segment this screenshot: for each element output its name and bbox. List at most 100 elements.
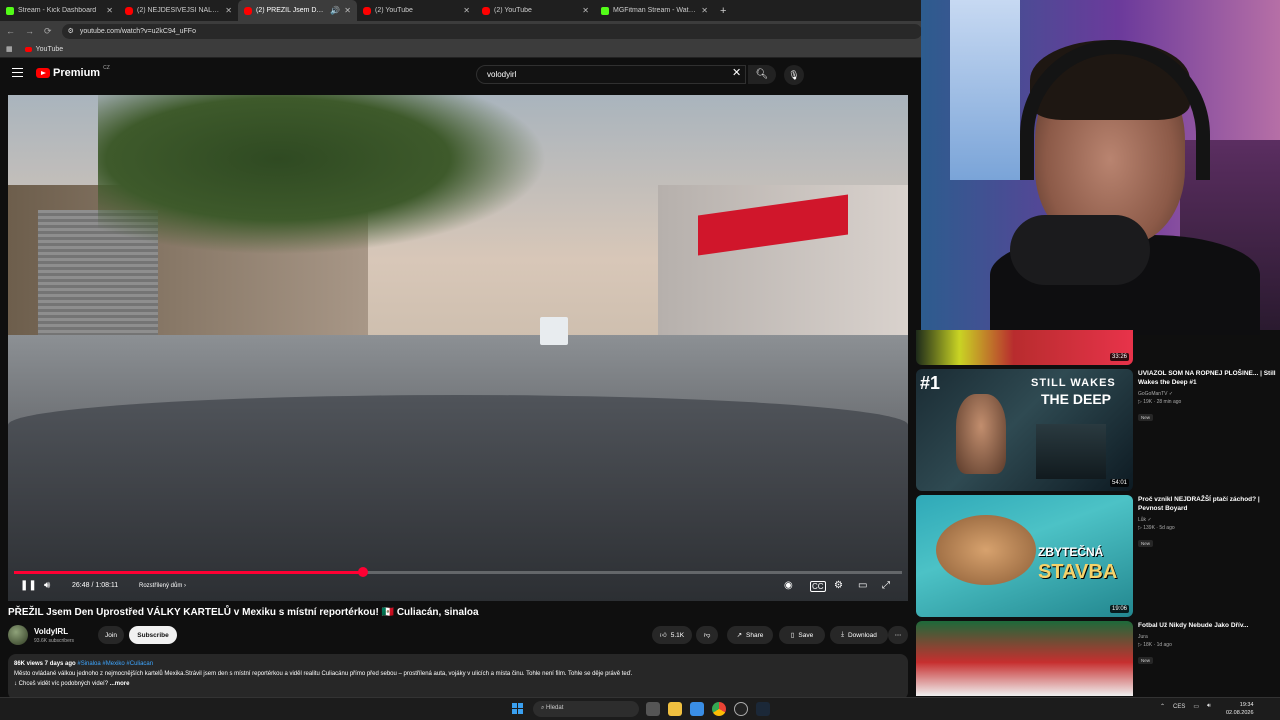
youtube-icon (125, 6, 133, 15)
back-icon[interactable]: ← (6, 26, 15, 36)
pause-icon[interactable]: ❚❚ (20, 580, 37, 591)
voice-search-button[interactable]: 🎙︎ (784, 65, 804, 85)
more-link[interactable]: ...more (110, 681, 130, 687)
address-bar-row: ← → ⟳ ⚙ youtube.com/watch?v=u2kC94_uFFo (0, 21, 922, 41)
browser-tab-active[interactable]: (2) PŘEŽIL Jsem Den Uprost 🔊 ✕ (238, 0, 357, 21)
video-thumbnail[interactable]: 33:26 (916, 330, 1133, 365)
video-title[interactable]: UVIAZOL SOM NA ROPNEJ PLOŠINE... | Still… (1138, 369, 1276, 387)
thumbs-up-icon: 👍︎ (659, 632, 667, 639)
youtube-logo[interactable]: Premium CZ (36, 65, 110, 79)
reload-icon[interactable]: ⟳ (44, 26, 52, 37)
video-thumbnail[interactable]: #1 STILL WAKES THE DEEP 54:01 (916, 369, 1133, 491)
chapter-button[interactable]: Rozstřílený dům › (139, 583, 186, 589)
progress-bar[interactable] (14, 567, 902, 577)
bookmarks-bar: ▦ YouTube (0, 41, 921, 58)
close-icon[interactable]: ✕ (701, 6, 708, 15)
search-button[interactable]: 🔍︎ (748, 65, 776, 84)
windows-start-icon[interactable] (512, 703, 524, 715)
screen: Stream - Kick Dashboard ✕ (2) NEJDĚSIVĚJŠ… (0, 0, 1280, 720)
clear-search-icon[interactable]: ✕ (732, 66, 741, 79)
join-button[interactable]: Join (98, 626, 124, 644)
taskbar-search[interactable]: ⌕ Hledat (533, 701, 639, 717)
browser-tab[interactable]: MGFitman Stream - Watch Live ✕ (595, 0, 714, 21)
steam-icon[interactable] (756, 702, 770, 716)
dislike-button[interactable]: 👎︎ (696, 626, 718, 644)
new-badge: New (1138, 540, 1154, 547)
miniplayer-icon[interactable]: ▭ (858, 580, 867, 591)
close-icon[interactable]: ✕ (225, 6, 232, 15)
thumbnail-text: THE DEEP (1041, 391, 1112, 407)
language-indicator[interactable]: CES (1173, 704, 1185, 710)
channel-name[interactable]: VoldyIRL (34, 627, 68, 636)
description-preview: ↓ Chceš vidět víc podobných videí? (14, 681, 109, 687)
thumbnail-text: STILL WAKES (1031, 377, 1116, 389)
forward-icon[interactable]: → (25, 26, 34, 36)
obs-icon[interactable] (734, 702, 748, 716)
menu-icon[interactable] (12, 68, 23, 77)
channel-avatar[interactable] (8, 625, 28, 645)
video-title: PŘEŽIL Jsem Den Uprostřed VÁLKY KARTELŮ … (8, 607, 479, 618)
speaker-icon[interactable]: 🔊 (330, 6, 340, 15)
video-meta: ▷ 139K · 5d ago (1138, 525, 1175, 531)
site-info-icon[interactable]: ⚙ (68, 27, 74, 35)
autoplay-toggle-icon[interactable]: ◉ (784, 580, 793, 591)
video-title[interactable]: Fotbal Už Nikdy Nebude Jako Dřív... (1138, 621, 1276, 630)
new-tab-icon[interactable]: + (714, 5, 726, 17)
recommendation-card[interactable]: Fotbal Už Nikdy Nebude Jako Dřív... Jura… (916, 621, 1280, 696)
close-icon[interactable]: ✕ (106, 6, 113, 15)
video-thumbnail[interactable]: ZBYTEČNÁ STAVBA 19:06 (916, 495, 1133, 617)
thumbs-down-icon: 👎︎ (703, 632, 711, 639)
youtube-icon (482, 6, 490, 15)
browser-tab[interactable]: (2) YouTube ✕ (357, 0, 476, 21)
channel-name[interactable]: Jura (1138, 634, 1148, 640)
recommendation-card[interactable]: ZBYTEČNÁ STAVBA 19:06 Proč vznikl NEJDRA… (916, 495, 1280, 617)
recommendation-card[interactable]: #1 STILL WAKES THE DEEP 54:01 UVIAZOL SO… (916, 369, 1280, 491)
fullscreen-icon[interactable]: ⤢ (882, 580, 890, 591)
share-button[interactable]: ↗ Share (727, 626, 773, 644)
store-icon[interactable] (690, 702, 704, 716)
url-field[interactable]: ⚙ youtube.com/watch?v=u2kC94_uFFo (61, 23, 922, 39)
settings-gear-icon[interactable]: ⚙ (834, 580, 843, 591)
clock[interactable]: 19:34 02.08.2026 (1226, 701, 1254, 717)
chrome-icon[interactable] (712, 702, 726, 716)
hashtags[interactable]: #Sinaloa #Mexiko #Culiacan (77, 661, 153, 667)
channel-name[interactable]: Lůk (1138, 517, 1146, 523)
subscribe-button[interactable]: Subscribe (129, 626, 177, 644)
video-player[interactable] (8, 95, 908, 601)
close-icon[interactable]: ✕ (344, 6, 351, 15)
description-text: Město ovládané válkou jednoho z nejmocně… (14, 671, 633, 677)
task-view-icon[interactable] (646, 702, 660, 716)
close-icon[interactable]: ✕ (463, 6, 470, 15)
browser-tab[interactable]: Stream - Kick Dashboard ✕ (0, 0, 119, 21)
network-icon[interactable]: ▭ (1193, 703, 1199, 710)
file-explorer-icon[interactable] (668, 702, 682, 716)
video-title[interactable]: Proč vznikl NEJDRAŽŠÍ ptačí záchod? | Pe… (1138, 495, 1276, 513)
video-info: Fotbal Už Nikdy Nebude Jako Dřív... Jura… (1138, 621, 1276, 667)
captions-icon[interactable]: CC (810, 581, 826, 592)
time-display: 26:48 / 1:08:11 (72, 582, 119, 589)
browser-tab-bar: Stream - Kick Dashboard ✕ (2) NEJDĚSIVĚJŠ… (0, 0, 921, 21)
channel-name[interactable]: GoGoManTV (1138, 391, 1167, 397)
browser-tab[interactable]: (2) NEJDĚSIVĚJŠÍ NÁLEZY NA G✕ (119, 0, 238, 21)
chevron-up-icon[interactable]: ⌃ (1160, 703, 1165, 710)
share-label: Share (746, 631, 764, 639)
thumbnail-oil-rig (1036, 424, 1106, 479)
save-button[interactable]: ▯ Save (779, 626, 825, 644)
search-input[interactable]: volodyirl (476, 65, 746, 84)
volume-icon[interactable]: 🔊︎ (44, 580, 50, 591)
bookmark-youtube[interactable]: YouTube (24, 46, 63, 53)
apps-grid-icon[interactable]: ▦ (6, 45, 13, 53)
volume-icon[interactable]: 🔊︎ (1207, 703, 1211, 710)
windows-taskbar: ⌕ Hledat ⌃ CES ▭ 🔊︎ 19:34 02.08.2026 (0, 697, 1280, 720)
url-text: youtube.com/watch?v=u2kC94_uFFo (79, 27, 196, 35)
more-actions-icon[interactable]: ⋯ (888, 626, 908, 644)
recommendation-card[interactable]: 33:26 (916, 330, 1280, 365)
browser-tab[interactable]: (2) YouTube ✕ (476, 0, 595, 21)
video-duration: 19:06 (1109, 605, 1129, 613)
like-button[interactable]: 👍︎ 5.1K (652, 626, 692, 644)
description-box[interactable]: 86K views 7 days ago #Sinaloa #Mexiko #C… (8, 654, 908, 700)
close-icon[interactable]: ✕ (582, 6, 589, 15)
video-thumbnail[interactable] (916, 621, 1133, 696)
download-button[interactable]: ⤓ Download (830, 626, 888, 644)
video-meta: ▷ 19K · 28 min ago (1138, 399, 1182, 405)
